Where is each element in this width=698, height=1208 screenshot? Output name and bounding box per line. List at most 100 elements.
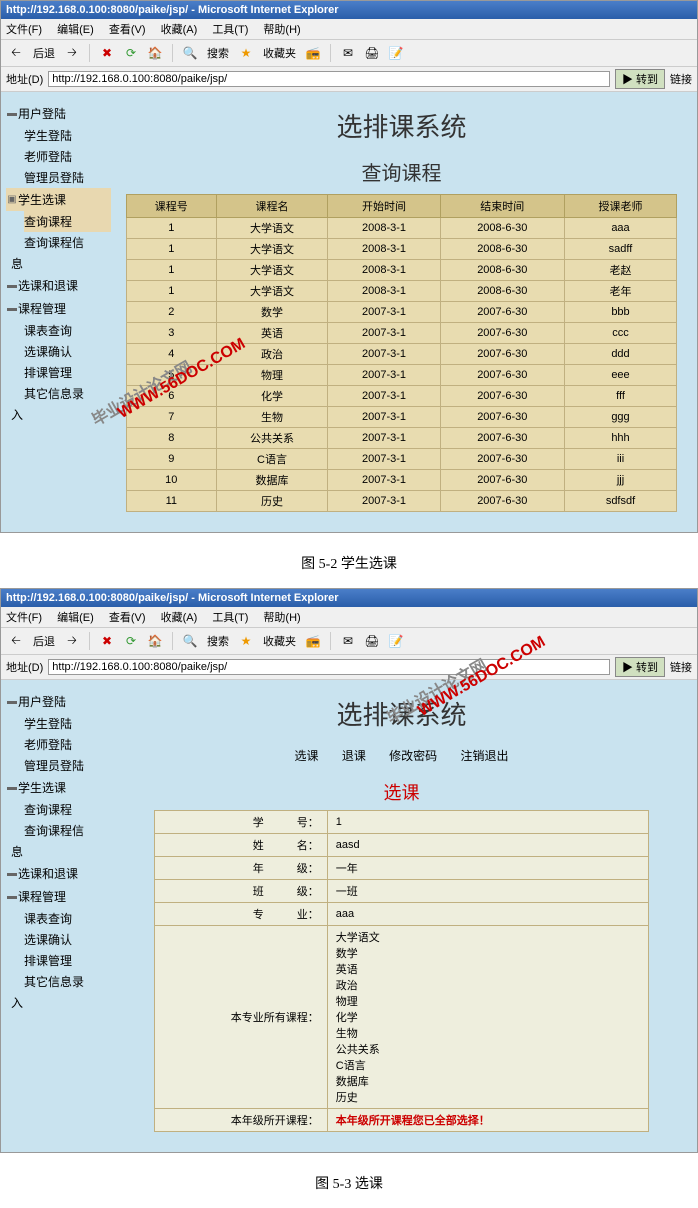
sidebar-item-student-login[interactable]: 学生登陆 <box>24 713 111 734</box>
sidebar-item-confirm[interactable]: 选课确认 <box>24 929 111 950</box>
table-cell: hhh <box>565 428 677 449</box>
refresh-icon[interactable]: ⟳ <box>121 631 141 651</box>
sidebar-item-teacher-login[interactable]: 老师登陆 <box>24 146 111 167</box>
sidebar-item-query-info[interactable]: 查询课程信 <box>24 820 111 841</box>
window-titlebar: http://192.168.0.100:8080/paike/jsp/ - M… <box>1 1 697 19</box>
table-cell: 2008-3-1 <box>328 260 440 281</box>
sidebar-item-arrange[interactable]: 排课管理 <box>24 950 111 971</box>
page-content: ▬用户登陆 学生登陆 老师登陆 管理员登陆 ▬学生选课 查询课程 查询课程信 息… <box>1 680 697 1152</box>
nav-drop[interactable]: 退课 <box>342 749 366 763</box>
sidebar-item-teacher-login[interactable]: 老师登陆 <box>24 734 111 755</box>
home-icon[interactable]: 🏠 <box>145 43 165 63</box>
refresh-icon[interactable]: ⟳ <box>121 43 141 63</box>
edit-icon[interactable]: 📝 <box>386 43 406 63</box>
menu-file[interactable]: 文件(F) <box>6 24 42 36</box>
table-cell: 化学 <box>216 386 328 407</box>
nav-password[interactable]: 修改密码 <box>389 749 437 763</box>
sidebar-group-manage[interactable]: ▬课程管理 <box>6 297 111 320</box>
sidebar-item-schedule[interactable]: 课表查询 <box>24 320 111 341</box>
mail-icon[interactable]: ✉ <box>338 631 358 651</box>
sidebar-item-admin-login[interactable]: 管理员登陆 <box>24 167 111 188</box>
sidebar-item-other[interactable]: 其它信息录 <box>24 971 111 992</box>
print-icon[interactable]: 🖨 <box>362 43 382 63</box>
nav-logout[interactable]: 注销退出 <box>461 749 509 763</box>
media-icon[interactable]: 📻 <box>303 43 323 63</box>
menu-help[interactable]: 帮助(H) <box>263 24 300 36</box>
back-button[interactable]: 后退 <box>33 633 55 649</box>
text-fragment: 息 <box>6 253 111 274</box>
menu-fav[interactable]: 收藏(A) <box>161 24 198 36</box>
table-cell: sadff <box>565 239 677 260</box>
menu-file[interactable]: 文件(F) <box>6 612 42 624</box>
menu-tools[interactable]: 工具(T) <box>212 24 248 36</box>
form-row: 班 级：一班 <box>154 880 649 903</box>
menu-help[interactable]: 帮助(H) <box>263 612 300 624</box>
table-cell: aaa <box>565 218 677 239</box>
back-icon[interactable]: 🡠 <box>6 43 26 63</box>
fav-button[interactable]: 收藏夹 <box>263 633 296 649</box>
back-icon[interactable]: 🡠 <box>6 631 26 651</box>
table-row: 1大学语文2008-3-12008-6-30aaa <box>127 218 677 239</box>
stop-icon[interactable]: ✖ <box>97 43 117 63</box>
text-fragment: 入 <box>6 992 111 1013</box>
back-button[interactable]: 后退 <box>33 45 55 61</box>
sidebar-item-schedule[interactable]: 课表查询 <box>24 908 111 929</box>
menu-edit[interactable]: 编辑(E) <box>57 612 94 624</box>
fav-button[interactable]: 收藏夹 <box>263 45 296 61</box>
forward-icon[interactable]: 🡢 <box>62 631 82 651</box>
sidebar-group-login[interactable]: ▬用户登陆 <box>6 690 111 713</box>
addr-input[interactable] <box>48 71 610 87</box>
sidebar-item-confirm[interactable]: 选课确认 <box>24 341 111 362</box>
sidebar-item-query-course[interactable]: 查询课程 <box>24 211 111 232</box>
sidebar-group-drop[interactable]: ▬选课和退课 <box>6 274 111 297</box>
star-icon[interactable]: ★ <box>236 43 256 63</box>
sidebar-item-student-login[interactable]: 学生登陆 <box>24 125 111 146</box>
menu-view[interactable]: 查看(V) <box>109 612 146 624</box>
search-button[interactable]: 搜索 <box>207 633 229 649</box>
nav-select[interactable]: 选课 <box>294 749 318 763</box>
sidebar-group-login[interactable]: ▬用户登陆 <box>6 102 111 125</box>
table-cell: 英语 <box>216 323 328 344</box>
search-icon[interactable]: 🔍 <box>180 631 200 651</box>
sidebar: ▬用户登陆 学生登陆 老师登陆 管理员登陆 ▣学生选课 查询课程 查询课程信 息… <box>1 92 116 532</box>
go-button[interactable]: ▶ 转到 <box>615 657 665 677</box>
search-icon[interactable]: 🔍 <box>180 43 200 63</box>
print-icon[interactable]: 🖨 <box>362 631 382 651</box>
menu-fav[interactable]: 收藏(A) <box>161 612 198 624</box>
menu-view[interactable]: 查看(V) <box>109 24 146 36</box>
table-header: 课程号 <box>127 195 217 218</box>
edit-icon[interactable]: 📝 <box>386 631 406 651</box>
stop-icon[interactable]: ✖ <box>97 631 117 651</box>
go-button[interactable]: ▶ 转到 <box>615 69 665 89</box>
sidebar-item-query-info[interactable]: 查询课程信 <box>24 232 111 253</box>
sidebar-item-admin-login[interactable]: 管理员登陆 <box>24 755 111 776</box>
sidebar-group-select[interactable]: ▬学生选课 <box>6 776 111 799</box>
main-panel: 选排课系统 查询课程 课程号课程名开始时间结束时间授课老师 1大学语文2008-… <box>116 92 697 532</box>
menu-tools[interactable]: 工具(T) <box>212 612 248 624</box>
search-button[interactable]: 搜索 <box>207 45 229 61</box>
media-icon[interactable]: 📻 <box>303 631 323 651</box>
star-icon[interactable]: ★ <box>236 631 256 651</box>
addr-input[interactable] <box>48 659 610 675</box>
mail-icon[interactable]: ✉ <box>338 43 358 63</box>
addr-label: 地址(D) <box>6 71 43 87</box>
table-row: 1大学语文2008-3-12008-6-30sadff <box>127 239 677 260</box>
separator <box>89 632 90 650</box>
sidebar-group-drop[interactable]: ▬选课和退课 <box>6 862 111 885</box>
table-header: 授课老师 <box>565 195 677 218</box>
address-bar: 地址(D) ▶ 转到 链接 <box>1 67 697 92</box>
table-cell: 2007-6-30 <box>440 302 564 323</box>
table-cell: 2007-6-30 <box>440 407 564 428</box>
sidebar-group-manage[interactable]: ▬课程管理 <box>6 885 111 908</box>
collapse-icon: ▬ <box>6 303 18 314</box>
table-cell: 11 <box>127 491 217 512</box>
sidebar-item-arrange[interactable]: 排课管理 <box>24 362 111 383</box>
home-icon[interactable]: 🏠 <box>145 631 165 651</box>
menu-edit[interactable]: 编辑(E) <box>57 24 94 36</box>
forward-icon[interactable]: 🡢 <box>62 43 82 63</box>
sidebar-item-query-course[interactable]: 查询课程 <box>24 799 111 820</box>
text-fragment: 入 <box>6 404 111 425</box>
sidebar-group-select[interactable]: ▣学生选课 <box>6 188 111 211</box>
table-cell: 2007-6-30 <box>440 323 564 344</box>
sidebar-item-other[interactable]: 其它信息录 <box>24 383 111 404</box>
